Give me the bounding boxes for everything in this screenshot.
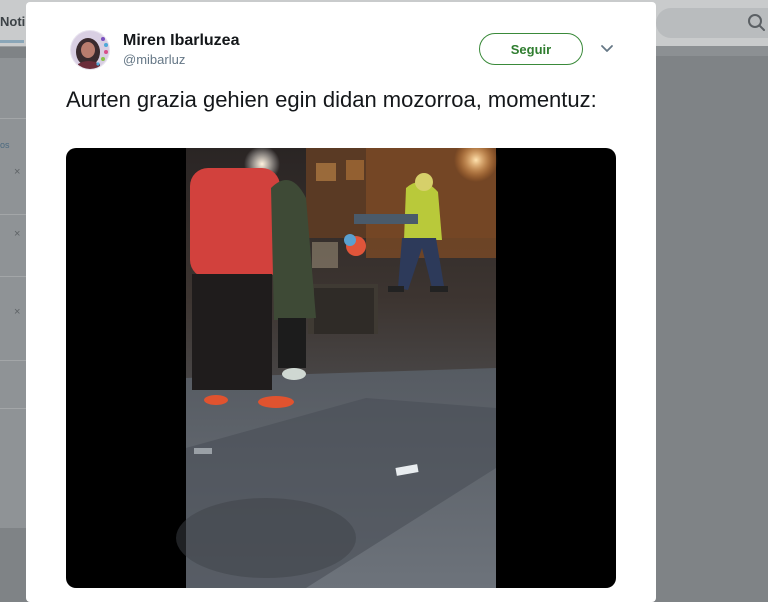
chevron-down-icon[interactable] xyxy=(600,44,614,54)
search-icon[interactable] xyxy=(744,10,768,34)
tab-notifications[interactable]: Noti xyxy=(0,14,25,29)
close-icon[interactable]: × xyxy=(14,166,20,178)
background-sidebar: os × × × xyxy=(0,58,26,528)
sidebar-divider xyxy=(0,408,26,409)
active-tab-indicator xyxy=(0,40,24,43)
sidebar-label: os xyxy=(0,140,10,150)
close-icon[interactable]: × xyxy=(14,306,20,318)
sidebar-divider xyxy=(0,118,26,119)
tweet-video[interactable] xyxy=(66,148,616,588)
sidebar-divider xyxy=(0,276,26,277)
author-name[interactable]: Miren Ibarluzea xyxy=(123,32,239,50)
sidebar-divider xyxy=(0,360,26,361)
sidebar-divider xyxy=(0,214,26,215)
follow-button[interactable]: Seguir xyxy=(479,33,583,65)
video-frame xyxy=(176,148,498,588)
close-icon[interactable]: × xyxy=(14,228,20,240)
author-handle[interactable]: @mibarluz xyxy=(123,52,185,67)
background-strip xyxy=(656,46,768,56)
tweet-text: Aurten grazia gehien egin didan mozorroa… xyxy=(66,87,597,112)
avatar[interactable] xyxy=(70,30,110,70)
